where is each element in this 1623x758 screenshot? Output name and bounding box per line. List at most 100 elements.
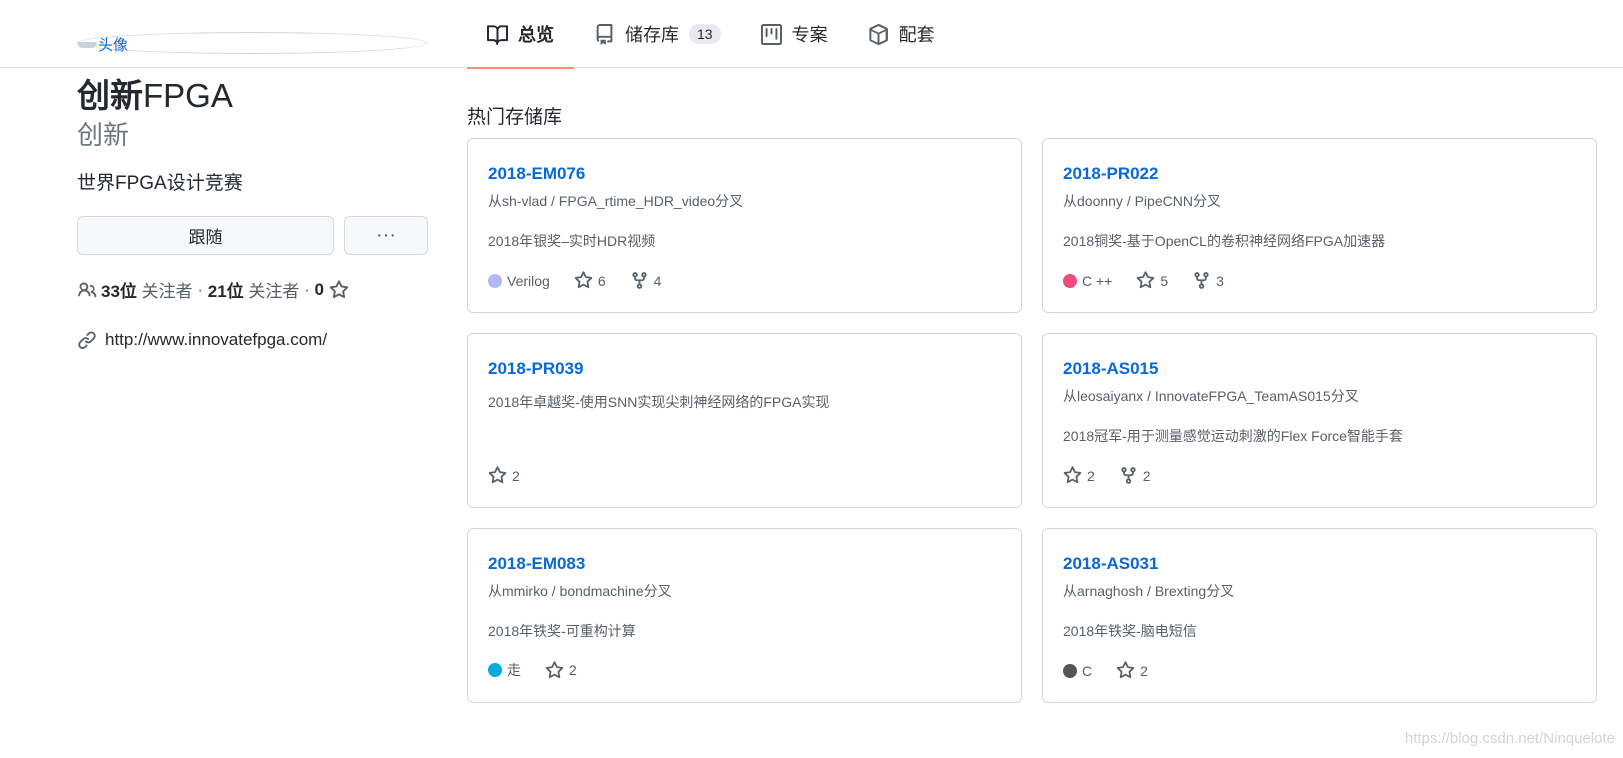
repo-icon: [596, 23, 613, 45]
repo-card: 2018-AS015 从leosaiyanx / InnovateFPGA_Tea…: [1042, 333, 1597, 508]
book-icon: [487, 24, 508, 45]
repo-fork-source: 从leosaiyanx / InnovateFPGA_TeamAS015分叉: [1063, 388, 1359, 404]
star-icon: [1116, 661, 1135, 679]
fork-icon: [1121, 467, 1136, 484]
repo-stars[interactable]: 2: [488, 466, 520, 485]
repo-language: C: [1063, 663, 1092, 679]
repo-stars[interactable]: 2: [1116, 661, 1148, 680]
language-color-dot: [1063, 273, 1077, 288]
repo-description: 2018年铁奖-可重构计算: [488, 623, 636, 639]
repo-meta: 2: [488, 466, 544, 485]
profile-display-name: 创新FPGA: [77, 76, 233, 116]
profile-tabs: 总览 储存库 13 专案 配套: [467, 0, 955, 69]
star-icon: [1063, 466, 1082, 484]
repo-fork-source: 从arnaghosh / Brexting分叉: [1063, 583, 1235, 599]
tab-repositories[interactable]: 储存库 13: [574, 0, 741, 68]
repo-stars[interactable]: 2: [1063, 466, 1095, 485]
repo-forks-count: 3: [1216, 272, 1224, 289]
fork-icon: [1194, 272, 1209, 289]
repo-stars-count: 2: [512, 467, 520, 484]
repo-meta: 22: [1063, 466, 1175, 485]
tab-repositories-label: 储存库: [625, 25, 679, 45]
link-icon: [78, 331, 96, 349]
more-options-button[interactable]: ···: [344, 216, 428, 255]
repo-fork-source: 从mmirko / bondmachine分叉: [488, 583, 672, 599]
repo-name-link[interactable]: 2018-AS031: [1063, 554, 1158, 574]
package-icon: [868, 23, 888, 45]
popular-repos-title: 热门存储库: [467, 107, 563, 128]
star-icon: [574, 271, 593, 289]
repo-card: 2018-EM076 从sh-vlad / FPGA_rtime_HDR_vide…: [467, 138, 1022, 313]
star-icon: [545, 660, 564, 678]
repo-meta: Verilog 6 4: [488, 271, 685, 290]
language-color-dot: [488, 663, 502, 677]
repo-stars[interactable]: 6: [574, 271, 606, 290]
repo-fork-source: 从doonny / PipeCNN分叉: [1063, 193, 1221, 209]
repo-meta: C2: [1063, 661, 1172, 680]
repo-description: 2018年银奖–实时HDR视频: [488, 233, 656, 249]
repo-card: 2018-AS031 从arnaghosh / Brexting分叉 2018年铁奖…: [1042, 528, 1597, 703]
repo-language-label: C: [1082, 662, 1093, 679]
repo-stars-count: 2: [1087, 467, 1095, 484]
profile-name-en: FPGA: [143, 77, 233, 114]
project-icon: [760, 23, 782, 45]
website-link[interactable]: http://www.innovatefpga.com/: [105, 330, 327, 350]
repo-stars-count: 6: [597, 272, 606, 289]
following-label[interactable]: 关注者: [248, 277, 299, 302]
tab-overview-label: 总览: [518, 25, 554, 45]
star-icon: [488, 466, 507, 484]
people-icon: [78, 282, 97, 297]
repo-forks-count: 2: [1142, 467, 1151, 484]
repo-name-link[interactable]: 2018-EM083: [488, 554, 585, 574]
profile-website: http://www.innovatefpga.com/: [77, 330, 327, 350]
language-color-dot: [488, 273, 502, 288]
profile-bio: 世界FPGA设计竞赛: [77, 173, 243, 194]
repo-language: 走: [488, 660, 521, 680]
repo-count-badge: 13: [689, 24, 721, 44]
repo-forks[interactable]: 4: [630, 271, 662, 290]
repo-description: 2018铜奖-基于OpenCL的卷积神经网络FPGA加速器: [1063, 233, 1386, 249]
star-icon: [1137, 271, 1155, 289]
repo-card: 2018-PR039 2018年卓越奖-使用SNN实现尖刺神经网络的FPGA实现 2: [467, 333, 1022, 508]
tab-overview[interactable]: 总览: [467, 0, 574, 69]
repo-description: 2018年铁奖-脑电短信: [1063, 623, 1197, 639]
language-color-dot: [1063, 663, 1077, 678]
repo-name-link[interactable]: 2018-EM076: [488, 164, 585, 184]
tab-packages[interactable]: 配套: [848, 0, 955, 68]
repo-description: 2018冠军-用于测量感觉运动刺激的Flex Force智能手套: [1063, 428, 1403, 444]
stars-count[interactable]: 0: [315, 280, 324, 300]
repo-forks[interactable]: 2: [1119, 466, 1151, 485]
followers-count[interactable]: 33位: [101, 277, 137, 302]
following-count[interactable]: 21位: [208, 277, 244, 302]
profile-login: 创新: [77, 120, 130, 150]
tab-projects[interactable]: 专案: [741, 0, 848, 68]
repo-language-label: Verilog: [507, 272, 550, 289]
repo-fork-source: 从sh-vlad / FPGA_rtime_HDR_video分叉: [488, 193, 744, 209]
follow-button[interactable]: 跟随: [77, 216, 334, 255]
repo-forks[interactable]: 3: [1192, 271, 1224, 290]
repo-name-link[interactable]: 2018-PR039: [488, 359, 583, 379]
repo-language-label: C ++: [1082, 272, 1113, 289]
star-icon: [329, 279, 348, 298]
repo-name-link[interactable]: 2018-PR022: [1063, 164, 1158, 184]
repo-language-label: 走: [507, 662, 521, 678]
repo-name-link[interactable]: 2018-AS015: [1063, 359, 1158, 379]
repo-forks-count: 4: [653, 272, 662, 289]
avatar-alt-label: 头像: [98, 37, 129, 54]
repo-meta: C ++ 5 3: [1063, 271, 1248, 290]
profile-name-cn: 创新: [77, 77, 143, 114]
repo-stars-count: 2: [569, 662, 577, 678]
avatar[interactable]: 头像: [77, 32, 427, 54]
repo-stars-count: 5: [1160, 272, 1169, 289]
tab-packages-label: 配套: [898, 25, 935, 45]
repo-card: 2018-PR022 从doonny / PipeCNN分叉 2018铜奖-基于Op…: [1042, 138, 1597, 313]
avatar-frame: [77, 32, 427, 54]
repo-stars[interactable]: 2: [545, 660, 577, 680]
repo-stars[interactable]: 5: [1136, 271, 1168, 290]
fork-icon: [631, 272, 647, 289]
follow-stats: 33位 关注者 · 21位 关注者 · 0: [77, 277, 349, 302]
avatar-alt-text: 头像: [77, 34, 128, 55]
repo-card: 2018-EM083 从mmirko / bondmachine分叉 2018年铁奖…: [467, 528, 1022, 703]
followers-label[interactable]: 关注者: [142, 277, 193, 302]
repo-stars-count: 2: [1140, 662, 1148, 679]
